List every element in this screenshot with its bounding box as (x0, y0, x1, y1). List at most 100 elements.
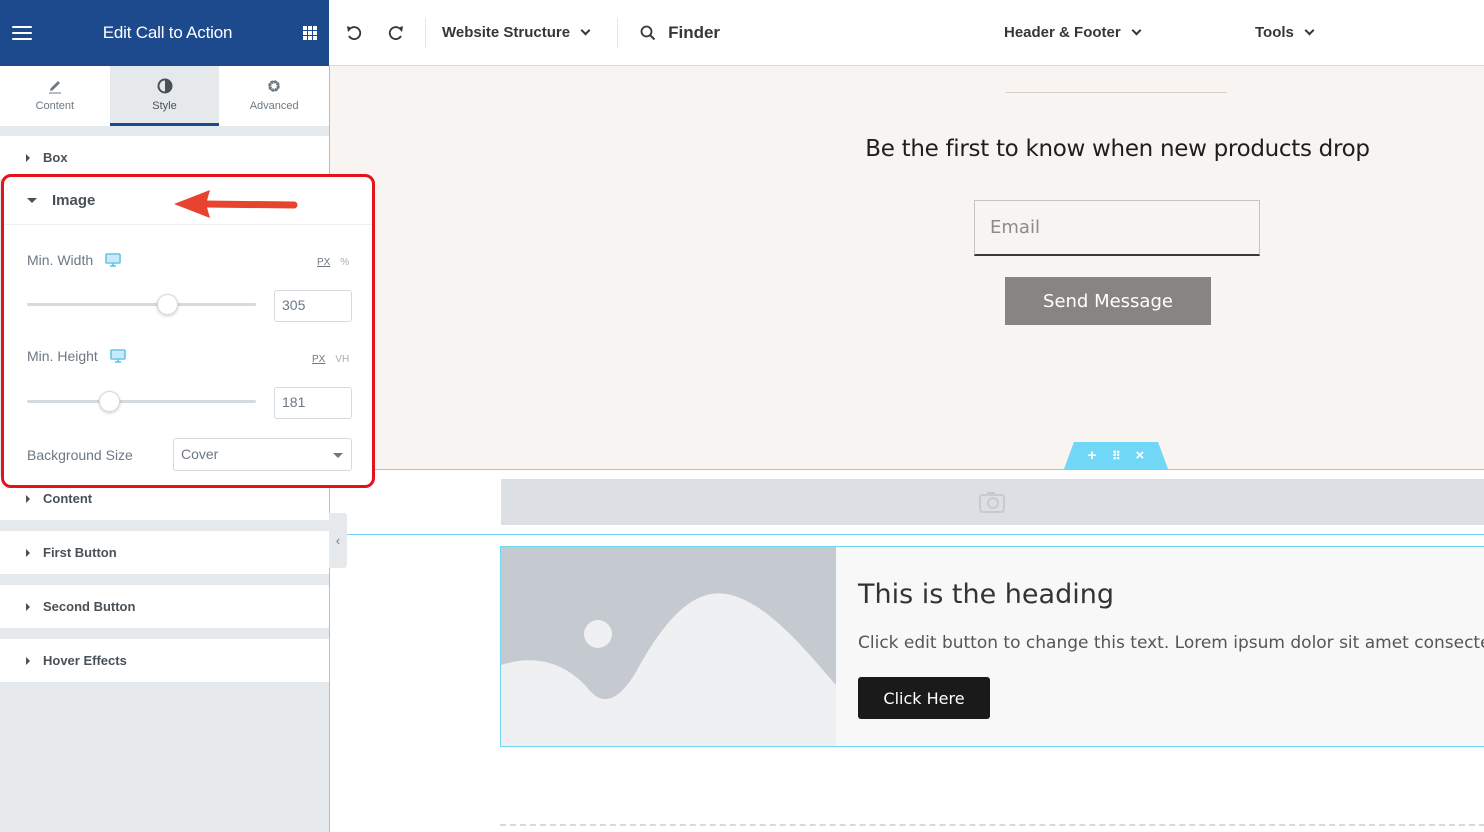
dropdown-arrow-icon (333, 453, 343, 458)
undo-button[interactable] (333, 24, 375, 42)
cta-image-placeholder (501, 547, 836, 746)
website-structure-menu[interactable]: Website Structure (442, 24, 591, 41)
cta-description: Click edit button to change this text. L… (858, 633, 1484, 653)
gallery-placeholder[interactable] (501, 479, 1484, 525)
section-gap (0, 629, 329, 639)
min-width-units: PX % (317, 257, 349, 268)
background-size-value: Cover (181, 446, 219, 462)
section-first-button[interactable]: First Button (0, 531, 329, 575)
unit-vh[interactable]: VH (335, 354, 349, 365)
desktop-icon[interactable] (105, 253, 121, 267)
panel-collapse-toggle[interactable]: ‹ (329, 513, 347, 568)
section-gap (0, 575, 329, 585)
section-gap (0, 126, 329, 136)
min-height-label-row: Min. Height (27, 348, 126, 364)
header-footer-menu[interactable]: Header & Footer (1004, 24, 1142, 41)
chevron-down-icon (1131, 25, 1142, 36)
caret-down-icon (27, 198, 37, 203)
min-width-label-row: Min. Width (27, 252, 121, 268)
email-field[interactable]: Email (974, 200, 1260, 256)
cta-heading: This is the heading (858, 579, 1114, 610)
caret-right-icon (26, 494, 30, 503)
tools-label: Tools (1255, 24, 1294, 41)
caret-right-icon (26, 656, 30, 665)
toolbar-divider (425, 17, 426, 48)
top-toolbar: Website Structure Finder Header & Footer… (329, 0, 1484, 66)
tab-advanced-label: Advanced (249, 99, 299, 112)
image-section-highlight: Image Min. Width PX % 305 Min. Height PX… (1, 174, 375, 488)
section-box-label: Box (43, 150, 68, 165)
redo-icon (388, 25, 403, 40)
min-height-units: PX VH (312, 354, 349, 365)
min-height-input[interactable]: 181 (274, 387, 352, 419)
chevron-down-icon (1304, 25, 1315, 36)
min-width-slider[interactable] (27, 294, 256, 315)
min-height-label: Min. Height (27, 348, 98, 364)
background-size-label: Background Size (27, 447, 133, 463)
pencil-icon (48, 80, 61, 93)
section-second-button[interactable]: Second Button (0, 585, 329, 629)
section-gap (0, 521, 329, 531)
website-structure-label: Website Structure (442, 24, 571, 41)
section-hover-effects[interactable]: Hover Effects (0, 639, 329, 683)
section-second-button-label: Second Button (43, 599, 136, 614)
section-content-label: Content (43, 491, 93, 506)
panel-title: Edit Call to Action (102, 23, 233, 42)
tools-menu[interactable]: Tools (1255, 24, 1315, 41)
section-first-button-label: First Button (43, 545, 117, 560)
redo-button[interactable] (375, 24, 417, 42)
section-handle: + ⠿ × (1064, 442, 1168, 469)
tab-content-label: Content (35, 99, 75, 112)
search-icon (640, 25, 656, 40)
divider-line (1006, 92, 1227, 93)
background-size-label-row: Background Size (27, 447, 133, 463)
unit-px[interactable]: PX (312, 354, 325, 365)
red-arrow-annotation (174, 190, 298, 218)
panel-header: Edit Call to Action (0, 0, 329, 66)
add-section-icon[interactable]: + (1088, 447, 1097, 464)
hamburger-menu-icon[interactable] (12, 26, 32, 40)
undo-icon (347, 25, 362, 40)
gear-icon (268, 79, 280, 92)
delete-section-icon[interactable]: × (1136, 447, 1145, 464)
caret-right-icon (26, 153, 30, 162)
header-footer-label: Header & Footer (1004, 24, 1121, 41)
tab-style[interactable]: Style (109, 66, 220, 126)
sections-below: Content First Button Second Button Hover… (0, 477, 329, 683)
widgets-grid-icon[interactable] (303, 26, 317, 40)
editor-canvas: Be the first to know when new products d… (329, 66, 1484, 832)
tab-content[interactable]: Content (0, 66, 110, 126)
camera-icon (979, 492, 1005, 513)
send-message-button[interactable]: Send Message (1005, 277, 1211, 325)
unit-px[interactable]: PX (317, 257, 330, 268)
min-width-input[interactable]: 305 (274, 290, 352, 322)
section-hover-effects-label: Hover Effects (43, 653, 127, 668)
desktop-icon[interactable] (110, 349, 126, 363)
slider-handle[interactable] (156, 294, 178, 315)
tab-advanced[interactable]: Advanced (219, 66, 329, 126)
call-to-action-widget[interactable]: This is the heading Click edit button to… (500, 546, 1484, 747)
panel-tabs: Content Style Advanced (0, 66, 329, 126)
subscribe-heading: Be the first to know when new products d… (865, 136, 1370, 162)
toolbar-divider (617, 17, 619, 48)
subscribe-section[interactable]: Be the first to know when new products d… (330, 66, 1484, 470)
unit-percent[interactable]: % (340, 257, 349, 268)
section-image-label: Image (52, 192, 96, 209)
chevron-down-icon (580, 25, 591, 36)
drag-handle-icon[interactable]: ⠿ (1112, 449, 1121, 463)
caret-right-icon (26, 548, 30, 557)
background-size-select[interactable]: Cover (173, 438, 352, 471)
chevron-left-icon: ‹ (335, 533, 341, 548)
min-height-slider[interactable] (27, 391, 256, 412)
section-outline-bottom (330, 534, 1484, 535)
image-placeholder-icon (501, 547, 836, 746)
finder-button[interactable]: Finder (640, 23, 720, 43)
contrast-icon (157, 78, 172, 93)
cta-button[interactable]: Click Here (858, 677, 990, 719)
empty-section-dropzone[interactable] (500, 824, 1484, 826)
slider-handle[interactable] (99, 391, 121, 412)
min-width-label: Min. Width (27, 252, 94, 268)
caret-right-icon (26, 602, 30, 611)
section-outline-top (330, 469, 1484, 470)
tab-style-label: Style (152, 99, 177, 112)
